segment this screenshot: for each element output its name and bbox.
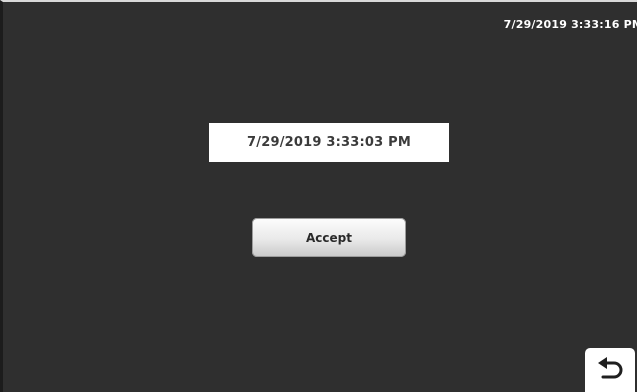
system-clock: 7/29/2019 3:33:16 PM — [503, 18, 637, 31]
back-button[interactable] — [585, 348, 635, 392]
screen: 7/29/2019 3:33:16 PM 7/29/2019 3:33:03 P… — [0, 0, 637, 392]
datetime-display-field[interactable]: 7/29/2019 3:33:03 PM — [209, 123, 449, 162]
undo-arrow-icon — [595, 357, 625, 385]
accept-button[interactable]: Accept — [252, 218, 406, 257]
